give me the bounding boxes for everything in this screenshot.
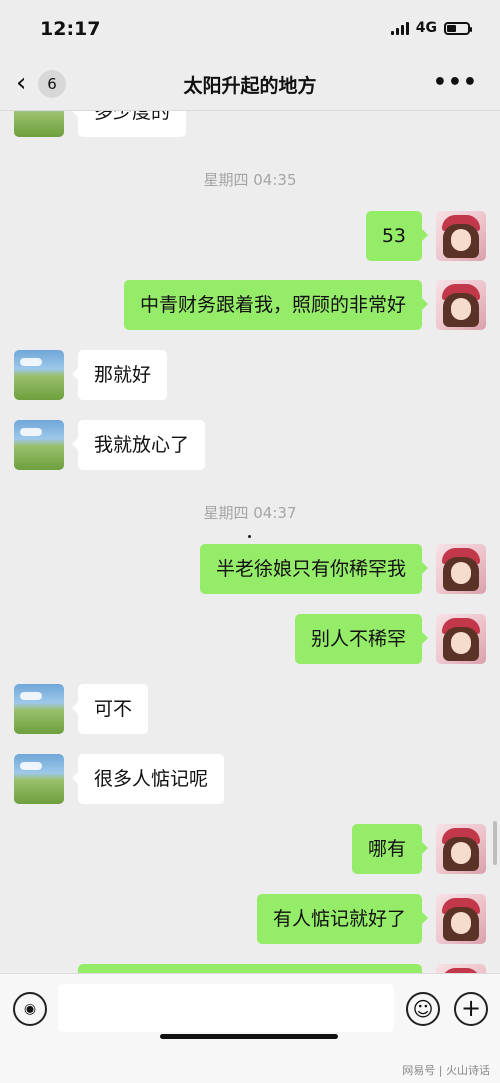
- contact-avatar[interactable]: [14, 350, 64, 400]
- chat-header: ‹ 6 太阳升起的地方 •••: [0, 58, 500, 111]
- message-input[interactable]: [58, 984, 394, 1032]
- status-indicators: 4G: [390, 20, 472, 36]
- status-bar: 12:17 4G: [0, 0, 500, 58]
- home-indicator[interactable]: [160, 1034, 338, 1039]
- self-avatar[interactable]: [436, 964, 486, 973]
- message-timestamp: 星期四 04:35: [203, 171, 297, 189]
- contact-avatar[interactable]: [14, 111, 64, 137]
- incoming-message[interactable]: 很多人惦记呢: [71, 754, 225, 804]
- self-avatar[interactable]: [436, 280, 486, 330]
- outgoing-message[interactable]: 中青财务跟着我，照顾的非常好: [123, 280, 429, 330]
- watermark: 网易号 | 火山诗话: [402, 1064, 490, 1077]
- self-avatar[interactable]: [436, 894, 486, 944]
- contact-avatar[interactable]: [14, 684, 64, 734]
- voice-icon[interactable]: ◉: [13, 992, 47, 1026]
- self-avatar[interactable]: [436, 824, 486, 874]
- contact-avatar[interactable]: [14, 420, 64, 470]
- emoji-icon[interactable]: ☺: [406, 992, 440, 1026]
- status-time: 12:17: [40, 18, 101, 40]
- outgoing-message[interactable]: [78, 964, 422, 973]
- scrollbar[interactable]: [493, 821, 497, 865]
- incoming-message[interactable]: 那就好: [71, 350, 168, 400]
- dot-mark: [248, 535, 251, 538]
- self-avatar[interactable]: [436, 544, 486, 594]
- self-avatar[interactable]: [436, 211, 486, 261]
- message-timestamp: 星期四 04:37: [203, 504, 297, 522]
- plus-icon[interactable]: +: [454, 992, 488, 1026]
- outgoing-message[interactable]: 半老徐娘只有你稀罕我: [199, 544, 429, 594]
- outgoing-message[interactable]: 53: [365, 211, 429, 261]
- message-list[interactable]: 多少度的 星期四 04:35 53 中青财务跟着我，照顾的非常好 那就好 我就放…: [0, 111, 500, 973]
- incoming-message[interactable]: 我就放心了: [71, 420, 206, 470]
- more-options-icon[interactable]: •••: [433, 70, 478, 95]
- contact-avatar[interactable]: [14, 754, 64, 804]
- network-type: 4G: [415, 20, 437, 36]
- self-avatar[interactable]: [436, 614, 486, 664]
- outgoing-message[interactable]: 哪有: [351, 824, 429, 874]
- incoming-message[interactable]: 可不: [71, 684, 149, 734]
- outgoing-message[interactable]: 有人惦记就好了: [256, 894, 429, 944]
- signal-icon: [390, 21, 409, 35]
- outgoing-message[interactable]: 别人不稀罕: [294, 614, 429, 664]
- incoming-message[interactable]: 多少度的: [71, 111, 187, 137]
- battery-icon: [444, 21, 472, 35]
- chat-title: 太阳升起的地方: [183, 75, 317, 97]
